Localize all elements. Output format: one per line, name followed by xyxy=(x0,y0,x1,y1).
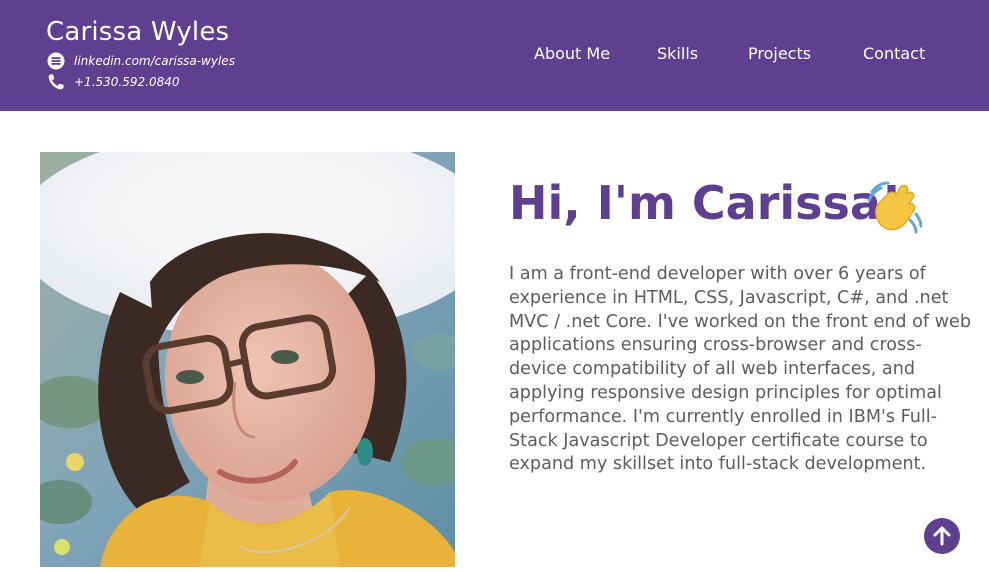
hero-headline: Hi, I'm Carissa! xyxy=(509,176,902,230)
profile-photo xyxy=(40,152,455,567)
site-owner-name: Carissa Wyles xyxy=(46,17,230,47)
phone-number-text[interactable]: +1.530.592.0840 xyxy=(74,75,179,89)
main-nav: About Me Skills Projects Contact xyxy=(0,44,989,68)
nav-skills[interactable]: Skills xyxy=(657,44,698,63)
nav-projects[interactable]: Projects xyxy=(748,44,811,63)
arrow-up-icon xyxy=(933,526,951,546)
nav-about-me[interactable]: About Me xyxy=(534,44,610,63)
phone-icon xyxy=(48,74,64,90)
phone-contact[interactable]: +1.530.592.0840 xyxy=(46,72,179,92)
back-to-top-button[interactable] xyxy=(924,518,960,554)
nav-contact[interactable]: Contact xyxy=(863,44,925,63)
waving-hand-icon xyxy=(867,181,922,234)
bio-text: I am a front-end developer with over 6 y… xyxy=(509,264,972,475)
site-header: Carissa Wyles linkedin.com/carissa-wyles… xyxy=(0,0,989,111)
